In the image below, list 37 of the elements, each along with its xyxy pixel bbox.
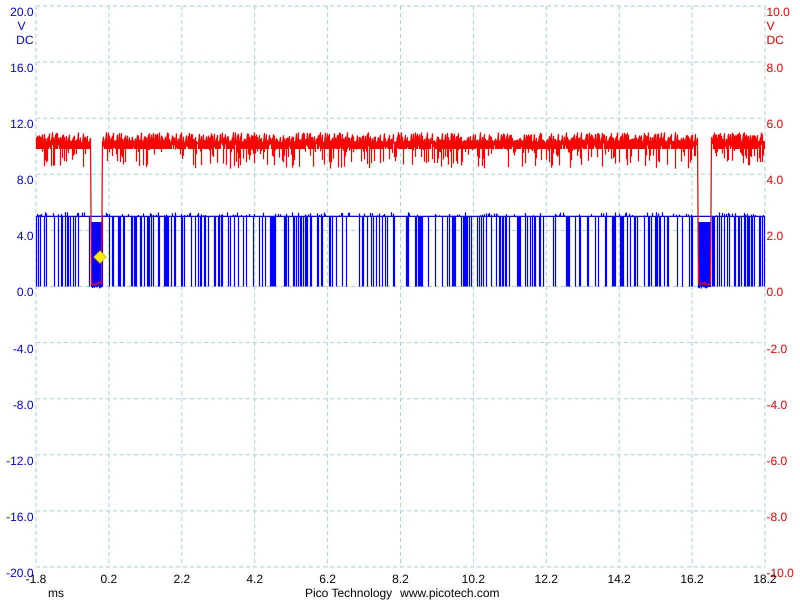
axis-tick-label: 6.2: [318, 572, 337, 586]
axis-tick-label: -4.0: [12, 342, 34, 356]
axis-tick-label: 2.0: [766, 229, 784, 244]
axis-tick-label: 4.0: [766, 173, 784, 188]
axis-tick-label: 12.2: [534, 572, 559, 586]
axis-tick-label: 16.0: [9, 61, 34, 76]
axis-tick-label: -12.0: [5, 454, 34, 468]
axis-tick-label: -6.0: [766, 454, 788, 468]
axis-tick-label: 0.0: [16, 285, 34, 300]
website-link[interactable]: www.picotech.com: [400, 586, 500, 600]
axis-tick-label: 8.0: [16, 173, 34, 188]
axis-tick-label: -8.0: [12, 398, 34, 412]
axis-tick-label: 20.0: [10, 5, 34, 19]
axis-unit-label: ms: [47, 586, 65, 600]
axis-tick-label: 0.2: [100, 572, 118, 586]
axis-unit-label: V: [17, 19, 26, 33]
axis-tick-label: 8.0: [766, 61, 784, 76]
axis-tick-label: -4.0: [766, 398, 788, 412]
axis-tick-label: 4.0: [16, 229, 34, 244]
trigger-marker-icon[interactable]: [92, 250, 106, 264]
axis-tick-label: -16.0: [5, 510, 34, 524]
axis-tick-label: 0.0: [766, 285, 784, 300]
axis-tick-label: 10.2: [460, 572, 486, 586]
brand-label: Pico Technology: [305, 586, 392, 600]
axis-tick-label: 12.0: [9, 117, 34, 132]
axis-tick-label: 14.2: [606, 572, 632, 586]
coupling-label: DC: [766, 33, 784, 47]
axis-unit-label: V: [766, 19, 775, 33]
axis-tick-label: 8.2: [391, 572, 410, 586]
axis-tick-label: -8.0: [766, 510, 788, 524]
coupling-label: DC: [16, 33, 34, 47]
axis-tick-label: -2.0: [766, 342, 788, 356]
axis-tick-label: 4.2: [245, 572, 264, 586]
axis-tick-label: 2.2: [172, 572, 192, 586]
axis-tick-label: 6.0: [766, 117, 784, 132]
axis-tick-label: 16.2: [679, 572, 705, 586]
axis-tick-label: 10.0: [766, 5, 790, 19]
